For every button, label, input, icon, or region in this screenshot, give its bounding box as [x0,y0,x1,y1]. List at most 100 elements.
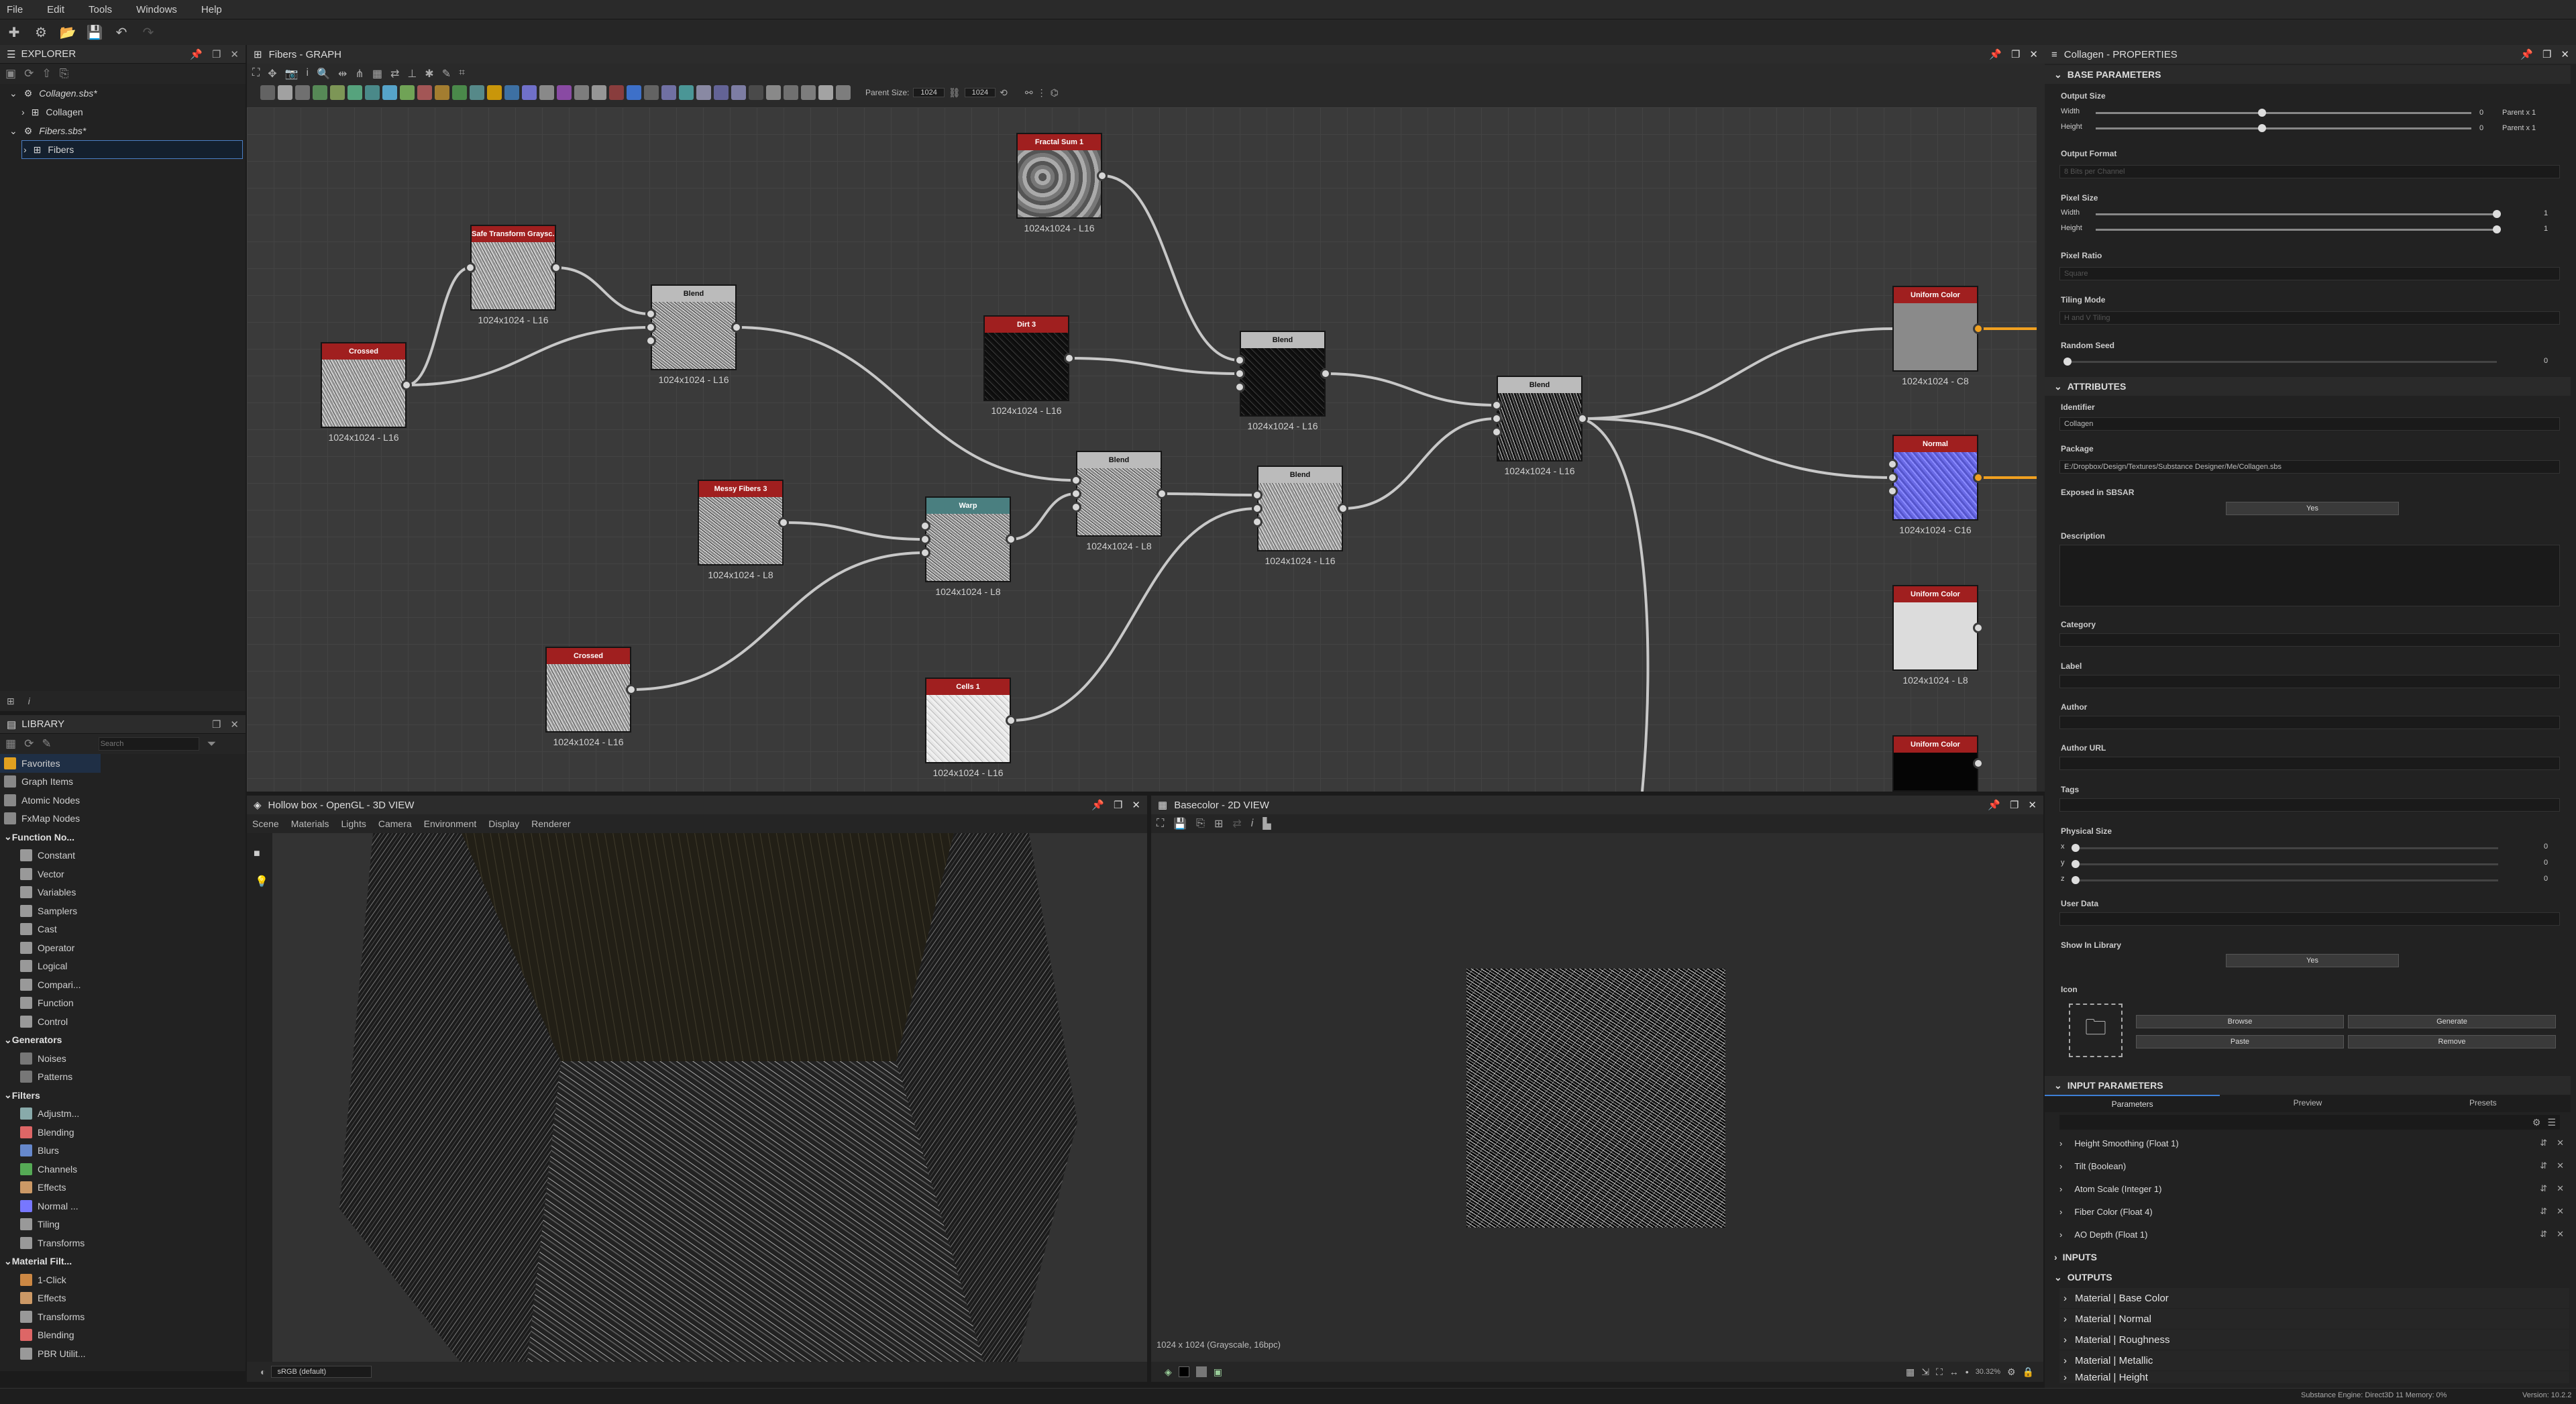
graph-node-blend3[interactable]: Blend [1076,451,1162,537]
save-icon[interactable]: 💾 [1173,817,1187,830]
split-icon[interactable]: ⊥ [407,67,417,80]
edit-icon[interactable]: ✎ [42,737,51,751]
pin-icon[interactable]: 📌 [1988,799,2000,811]
phys-slider[interactable] [2076,847,2498,849]
move-icon[interactable]: ⇵ [2540,1138,2547,1148]
input-port[interactable] [1887,472,1898,483]
float-icon[interactable]: ❐ [2010,799,2019,811]
close-icon[interactable]: ✕ [230,48,239,60]
random-seed-slider[interactable] [2068,361,2497,363]
atomic-node-icon[interactable] [382,85,397,100]
atomic-node-icon[interactable] [679,85,694,100]
float-icon[interactable]: ❐ [212,718,221,731]
library-item[interactable]: Atomic Nodes [0,791,101,810]
input-port[interactable] [645,335,656,346]
user-data-input[interactable] [2059,912,2560,926]
up-icon[interactable]: ⇧ [42,67,51,80]
input-port[interactable] [1252,503,1263,514]
output-port[interactable] [1157,488,1167,499]
new-icon[interactable]: ▣ [5,67,16,80]
new-graph-icon[interactable]: ⚙ [32,23,50,41]
graph-node-messy[interactable]: Messy Fibers 3 [698,480,784,565]
move-icon[interactable]: ⇵ [2540,1160,2547,1171]
close-icon[interactable]: ✕ [2028,799,2037,811]
image-icon[interactable]: ▣ [1214,1366,1222,1378]
atomic-node-icon[interactable] [400,85,415,100]
pixel-width-knob[interactable] [2493,210,2501,218]
library-item[interactable]: Adjustm... [0,1105,101,1124]
param-row[interactable]: › Tilt (Boolean) ⇵ ✕ [2059,1155,2569,1177]
move-icon[interactable]: ⇵ [2540,1183,2547,1194]
output-row[interactable]: › Material | Base Color [2059,1288,2569,1308]
input-port[interactable] [1071,475,1081,486]
atomic-node-icon[interactable] [522,85,537,100]
layers-icon[interactable]: ◈ [1165,1366,1172,1378]
input-port[interactable] [1887,459,1898,470]
graph-node-fractal[interactable]: Fractal Sum 1 [1016,133,1102,219]
width-value[interactable]: 0 [2479,109,2483,117]
view3d-menu-item[interactable]: Scene [252,818,279,829]
height-slider[interactable] [2096,127,2471,129]
close-icon[interactable]: ✕ [2561,48,2569,60]
view2d-viewport[interactable]: 1024 x 1024 (Grayscale, 16bpc) [1151,833,2043,1362]
output-port[interactable] [778,517,789,528]
library-item[interactable]: Cast [0,920,101,939]
library-item[interactable]: Noises [0,1049,101,1068]
output-port[interactable] [1097,170,1108,181]
atomic-node-icon[interactable] [435,85,449,100]
graph-canvas[interactable]: Fractal Sum 1 1024x1024 - L16 Safe Transfo… [247,107,2045,792]
package-input[interactable]: E:/Dropbox/Design/Textures/Substance Des… [2059,460,2560,474]
section-base-parameters[interactable]: ⌄ BASE PARAMETERS [2045,65,2571,84]
graph-node-blend4[interactable]: Blend [1257,466,1343,551]
label-input[interactable] [2059,675,2560,688]
atomic-node-icon[interactable] [365,85,380,100]
undo-icon[interactable]: ↶ [113,23,130,41]
input-port[interactable] [1071,488,1081,499]
output-port[interactable] [731,322,742,333]
menu-item[interactable]: Edit [47,4,64,15]
browse-button[interactable]: Browse [2136,1015,2344,1028]
copy-icon[interactable]: ⎘ [60,67,69,80]
atomic-node-icon[interactable] [749,85,763,100]
phys-value[interactable]: 0 [2544,843,2548,851]
library-item[interactable]: Compari... [0,975,101,994]
grid-icon[interactable]: ▦ [372,67,382,80]
tile-icon[interactable]: ⇲ [1921,1366,1929,1378]
phys-slider-knob[interactable] [2072,844,2080,852]
graph-node-blend1[interactable]: Blend [651,284,737,370]
folder-icon[interactable]: 🗀 [2069,1004,2123,1057]
tool-icon[interactable]: ✎ [442,67,451,80]
library-item[interactable]: Transforms [0,1234,101,1252]
output-port[interactable] [1320,368,1331,379]
library-item[interactable]: ⌄ Filters [0,1086,101,1105]
output-port[interactable] [1006,534,1016,545]
info-icon[interactable]: i [1251,818,1254,830]
library-item[interactable]: Tiling [0,1216,101,1234]
pixel-width-slider[interactable] [2096,213,2498,215]
input-port[interactable] [1071,502,1081,512]
spheres-icon[interactable]: ⋮ [1037,87,1046,99]
library-item[interactable]: Blending [0,1326,101,1345]
delete-icon[interactable]: ✕ [2557,1138,2564,1148]
graph-node-dirt[interactable]: Dirt 3 [983,315,1069,401]
atomic-node-icon[interactable] [417,85,432,100]
parent-size-width[interactable]: 1024 [913,88,945,97]
input-port[interactable] [645,309,656,319]
input-port[interactable] [1252,517,1263,527]
library-item[interactable]: Operator [0,938,101,957]
output-row[interactable]: › Material | Roughness [2059,1330,2569,1350]
align-icon[interactable]: ⇹ [338,67,347,80]
pin-icon[interactable]: 📌 [1989,48,2002,60]
output-port[interactable] [1338,503,1348,514]
width-slider-knob[interactable] [2258,109,2266,117]
atomic-node-icon[interactable] [801,85,816,100]
width-slider[interactable] [2096,112,2471,114]
move-icon[interactable]: ⇵ [2540,1229,2547,1240]
library-item[interactable]: Vector [0,865,101,883]
graph-node-blend2[interactable]: Blend [1240,331,1326,417]
output-port[interactable] [1064,353,1075,364]
atomic-node-icon[interactable] [592,85,606,100]
input-port[interactable] [645,322,656,333]
input-port[interactable] [1234,355,1245,366]
lock-icon[interactable]: 🔒 [2023,1366,2034,1378]
